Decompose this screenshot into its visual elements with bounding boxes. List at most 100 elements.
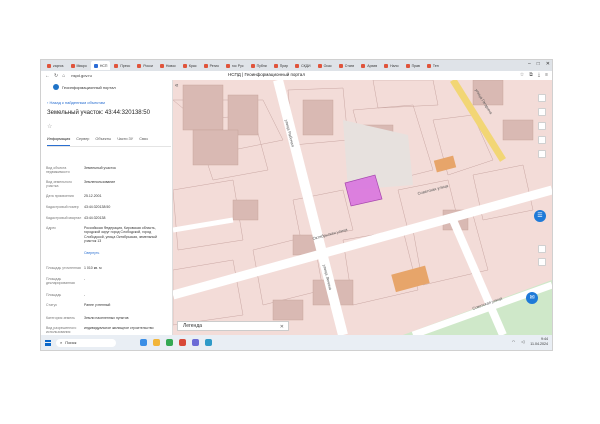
attribute-label: Статус xyxy=(46,303,58,307)
browser-tab[interactable]: гос Рус xyxy=(223,61,247,70)
clock[interactable]: 9:44 11.04.2024 xyxy=(530,337,548,346)
attribute-label xyxy=(46,251,84,255)
browser-tab[interactable]: НСП xyxy=(90,61,111,70)
browser-tab[interactable]: Архив xyxy=(358,61,380,70)
browser-tab[interactable]: Прав xyxy=(403,61,423,70)
browser-tab[interactable]: Прир xyxy=(271,61,291,70)
zoom-out-icon[interactable] xyxy=(538,258,546,266)
legend-bar[interactable]: Легенда ✕ xyxy=(177,321,289,331)
browser-tab[interactable]: Пресс xyxy=(111,61,133,70)
browser-tab[interactable]: Новос xyxy=(157,61,179,70)
downloads-icon[interactable]: ⤓ xyxy=(538,72,540,78)
browser-tab[interactable]: Регио xyxy=(201,61,222,70)
volume-icon[interactable]: ◁ xyxy=(521,339,524,344)
attribute-label: Площадь xyxy=(46,293,62,297)
network-icon[interactable]: ◠ xyxy=(512,339,516,344)
orange-parcel xyxy=(433,155,457,173)
tab-favicon-icon xyxy=(426,63,431,68)
chat-icon[interactable]: ✉ xyxy=(526,292,538,304)
chrome-icon[interactable] xyxy=(166,339,173,346)
menu-icon[interactable]: ≡ xyxy=(545,72,548,78)
tab-favicon-icon xyxy=(384,63,389,68)
tab-objects[interactable]: Объекты xyxy=(95,137,111,146)
extensions-icon[interactable]: ⧉ xyxy=(529,72,533,78)
minimize-icon[interactable]: – xyxy=(528,61,531,67)
browser-tab-label: Пресс xyxy=(120,63,131,68)
tab-favicon-icon xyxy=(361,63,366,68)
zoom-in-icon[interactable] xyxy=(538,245,546,253)
tab-favicon-icon xyxy=(317,63,322,68)
attribute-label: Вид объекта недвижимости xyxy=(46,166,70,175)
attribute-value: Землепользование xyxy=(84,180,116,184)
reload-icon[interactable]: ↻ xyxy=(54,73,58,79)
start-icon[interactable] xyxy=(45,339,51,346)
attribute-row: Категория земель Земли населенных пунктов xyxy=(46,316,171,320)
home-icon[interactable]: ⌂ xyxy=(62,73,65,79)
back-icon[interactable]: ← xyxy=(45,73,50,79)
attribute-row: Площадь декларированная - xyxy=(46,277,171,286)
browser-tab[interactable]: Микро xyxy=(68,61,90,70)
browser-tab-label: Нало xyxy=(390,63,399,68)
settings-icon[interactable] xyxy=(538,150,546,158)
maximize-icon[interactable]: □ xyxy=(537,61,540,67)
browser-tab[interactable]: Публи xyxy=(248,61,270,70)
attribute-value: Ранее учтенный xyxy=(84,303,111,307)
map-canvas[interactable]: Октябрьская улица Советская улица улица … xyxy=(173,80,552,335)
measure-icon[interactable] xyxy=(538,122,546,130)
browser-tab[interactable]: Крас xyxy=(180,61,200,70)
browser-tab-label: Тен xyxy=(432,63,439,68)
browser-tab[interactable]: Стати xyxy=(336,61,358,70)
browser-tab[interactable]: Росси xyxy=(134,61,156,70)
browser-tab[interactable]: Осас xyxy=(315,61,335,70)
tab-favicon-icon xyxy=(182,63,187,68)
back-to-results-link[interactable]: ‹ Назад к найденным объектам xyxy=(47,100,105,105)
taskbar-search[interactable]: ⌕ Поиск xyxy=(56,338,116,347)
attribute-value: 43:44:320138 xyxy=(84,216,106,220)
assistant-icon[interactable]: ☰ xyxy=(534,210,546,222)
browser-tab-label: Микро xyxy=(76,63,87,68)
basemap-icon[interactable] xyxy=(538,108,546,116)
browser-tab[interactable]: Нало xyxy=(381,61,402,70)
app-icon[interactable] xyxy=(179,339,186,346)
browser-tab-label: НСП xyxy=(99,63,108,68)
tab-links[interactable]: Связ xyxy=(139,137,148,146)
attribute-label: Вид разрешенного использования xyxy=(46,326,77,335)
legend-close-icon[interactable]: ✕ xyxy=(280,324,284,330)
tab-favicon-icon xyxy=(47,63,51,68)
close-icon[interactable]: ✕ xyxy=(546,61,550,67)
map-view[interactable]: Октябрьская улица Советская улица улица … xyxy=(173,80,552,335)
collapse-panel-icon[interactable]: « xyxy=(175,83,178,89)
browser-tab[interactable]: zapros xyxy=(44,61,67,70)
tab-favicon-icon xyxy=(295,63,300,68)
browser-tab-label: Новос xyxy=(165,63,176,68)
browser-tab-label: Публи xyxy=(256,63,267,68)
tab-favicon-icon xyxy=(273,63,278,68)
tab-server[interactable]: Сервер xyxy=(76,137,89,146)
attribute-label: Категория земель xyxy=(46,316,75,320)
portal-brand[interactable]: Геоинформационный портал xyxy=(53,84,116,90)
layers-icon[interactable] xyxy=(538,94,546,102)
app-icon[interactable] xyxy=(205,339,212,346)
tab-favicon-icon xyxy=(203,63,208,68)
browser-tab[interactable]: Тен xyxy=(424,61,442,70)
collapse-address-link[interactable]: Свернуть xyxy=(84,251,168,255)
attribute-row: Свернуть xyxy=(46,251,171,255)
desktop-screen: zapros Микро НСП Пресс Росси Новос Крас Регио го… xyxy=(41,60,552,350)
favorite-star-icon[interactable]: ☆ xyxy=(47,123,52,130)
tab-parts[interactable]: Части ЗУ xyxy=(117,137,133,146)
attribute-row: Дата присвоения 25.12.2001 xyxy=(46,194,171,198)
app-icon[interactable] xyxy=(192,339,199,346)
legend-label: Легенда xyxy=(183,323,203,329)
attribute-label: Кадастровый квартал xyxy=(46,216,82,220)
tab-info[interactable]: Информация xyxy=(47,137,71,146)
edge-icon[interactable] xyxy=(140,339,147,346)
browser-tab[interactable]: СКДИ xyxy=(292,61,313,70)
explorer-icon[interactable] xyxy=(153,339,160,346)
attribute-label: Вид земельного участка xyxy=(46,180,72,189)
browser-tab-label: Прав xyxy=(411,63,420,68)
bookmark-icon[interactable]: ☆ xyxy=(520,72,524,78)
browser-tab-label: гос Рус xyxy=(231,63,244,68)
url-field[interactable]: nspd.gov.ru xyxy=(71,73,92,78)
tab-favicon-icon xyxy=(405,63,410,68)
print-icon[interactable] xyxy=(538,136,546,144)
